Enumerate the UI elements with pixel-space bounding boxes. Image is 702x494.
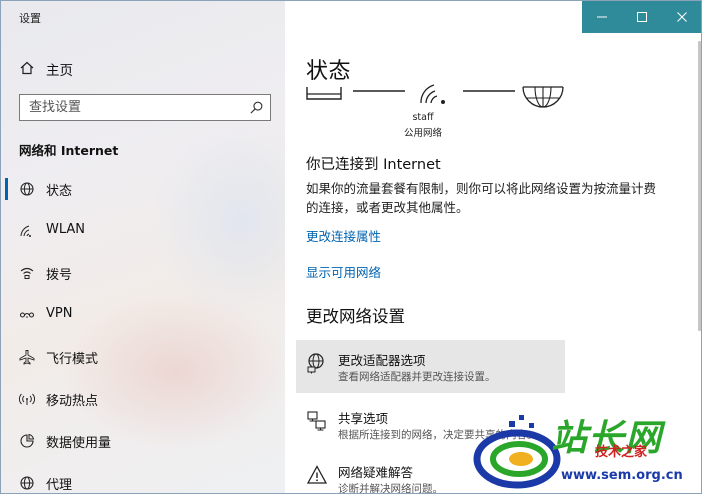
globe-icon xyxy=(20,182,34,196)
network-name: staff xyxy=(412,112,434,123)
settings-window: 设置 主页 网络和 Internet 状态 xyxy=(0,0,702,494)
vpn-icon xyxy=(19,312,35,318)
proxy-globe-icon xyxy=(20,476,34,490)
search-box[interactable] xyxy=(19,94,271,121)
active-indicator xyxy=(5,178,8,200)
change-network-settings-title: 更改网络设置 xyxy=(306,307,405,326)
sidebar-item-dialup[interactable]: 拨号 xyxy=(1,255,285,291)
data-usage-icon xyxy=(20,433,35,448)
internet-globe-icon xyxy=(522,86,564,108)
change-adapter-options[interactable]: 更改适配器选项 查看网络适配器并更改连接设置。 xyxy=(296,340,565,393)
warning-icon xyxy=(306,465,328,484)
sidebar-item-label: 状态 xyxy=(46,184,73,199)
sidebar-item-label: 拨号 xyxy=(46,268,73,283)
airplane-icon xyxy=(19,350,35,365)
maximize-button[interactable] xyxy=(622,1,662,33)
minimize-button[interactable] xyxy=(582,1,622,33)
show-available-networks-link[interactable]: 显示可用网络 xyxy=(306,262,381,281)
sidebar-item-label: 移动热点 xyxy=(46,394,99,409)
sidebar-item-wlan[interactable]: WLAN xyxy=(1,213,285,249)
window-controls xyxy=(582,1,701,33)
option-description: 诊断并解决网络问题。 xyxy=(338,483,443,494)
change-connection-properties-link[interactable]: 更改连接属性 xyxy=(306,226,381,245)
connected-description: 如果你的流量套餐有限制，则你可以将此网络设置为按流量计费的连接，或者更改其他属性… xyxy=(306,181,657,215)
sidebar-section-title: 网络和 Internet xyxy=(19,143,119,158)
option-title: 网络疑难解答 xyxy=(338,465,414,480)
sidebar-item-label: 代理 xyxy=(46,478,73,493)
nav-home-label: 主页 xyxy=(46,63,73,79)
watermark: 站长网 技术之家 www.sem.org.cn xyxy=(469,401,701,493)
sidebar-item-label: 飞行模式 xyxy=(46,352,99,367)
wifi-signal-icon xyxy=(420,84,445,104)
wifi-icon xyxy=(20,225,31,237)
minimize-icon xyxy=(597,16,607,18)
sidebar-item-label: WLAN xyxy=(46,222,86,237)
close-icon xyxy=(677,12,687,22)
connected-title: 你已连接到 Internet xyxy=(306,157,441,173)
close-button[interactable] xyxy=(662,1,701,33)
window-title: 设置 xyxy=(19,12,41,25)
sidebar-item-data-usage[interactable]: 数据使用量 xyxy=(1,423,285,459)
option-description: 查看网络适配器并更改连接设置。 xyxy=(338,371,496,383)
sharing-icon xyxy=(307,411,326,431)
watermark-subtitle: 技术之家 xyxy=(595,445,648,460)
sidebar-item-label: 数据使用量 xyxy=(46,436,112,451)
computer-icon xyxy=(306,87,342,100)
option-title: 共享选项 xyxy=(338,411,389,426)
home-icon xyxy=(20,61,34,75)
sidebar-item-proxy[interactable]: 代理 xyxy=(1,465,285,493)
watermark-url: www.sem.org.cn xyxy=(561,468,683,483)
hotspot-icon xyxy=(19,393,35,405)
sidebar-item-airplane[interactable]: 飞行模式 xyxy=(1,339,285,375)
sidebar-item-hotspot[interactable]: 移动热点 xyxy=(1,381,285,417)
search-input[interactable] xyxy=(20,95,240,120)
maximize-icon xyxy=(637,12,647,22)
sidebar-item-vpn[interactable]: VPN xyxy=(1,297,285,333)
network-type: 公用网络 xyxy=(403,128,442,139)
nav-home[interactable]: 主页 xyxy=(1,53,285,83)
dialup-icon xyxy=(20,267,34,279)
sidebar: 设置 主页 网络和 Internet 状态 xyxy=(1,1,285,493)
sidebar-item-status[interactable]: 状态 xyxy=(1,171,285,207)
option-title: 更改适配器选项 xyxy=(338,353,426,368)
sidebar-item-label: VPN xyxy=(46,306,73,321)
adapter-icon xyxy=(307,353,324,374)
search-icon[interactable] xyxy=(249,100,264,115)
scrollbar[interactable] xyxy=(698,41,701,331)
